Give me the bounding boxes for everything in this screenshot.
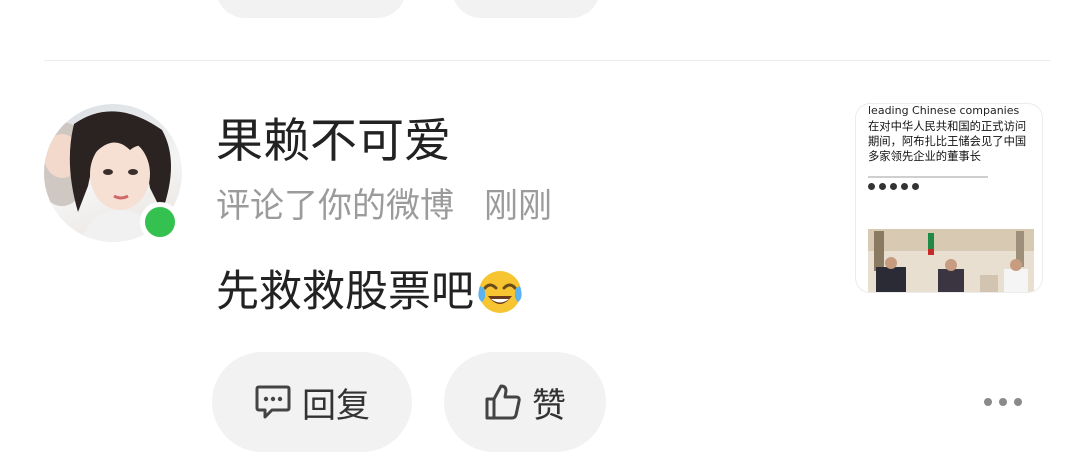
username[interactable]: 果赖不可爱 (216, 114, 451, 170)
reply-label: 回复 (302, 385, 370, 426)
avatar[interactable] (44, 104, 182, 242)
post-thumbnail[interactable]: leading Chinese companies 在对中华人民共和国的正式访问… (856, 104, 1042, 292)
divider (44, 60, 1050, 61)
online-status-dot (140, 202, 180, 242)
notification-meta: 评论了你的微博 刚刚 (216, 184, 552, 228)
previous-like-button[interactable] (452, 0, 600, 18)
share-icons (868, 183, 919, 190)
comment-icon (254, 384, 292, 420)
action-text: 评论了你的微博 (216, 186, 454, 226)
like-label: 赞 (532, 385, 566, 426)
thumbs-up-icon (484, 383, 522, 421)
more-dots-icon[interactable] (984, 392, 1028, 412)
like-button[interactable]: 赞 (444, 352, 606, 452)
thumbnail-meta-line (868, 176, 988, 178)
comment-text: 先救救股票吧 (216, 264, 524, 320)
meeting-photo (868, 229, 1034, 292)
thumbnail-title: leading Chinese companies (868, 104, 1020, 117)
timestamp: 刚刚 (484, 186, 552, 226)
reply-button[interactable]: 回复 (212, 352, 412, 452)
previous-reply-button[interactable] (216, 0, 406, 18)
thumbnail-text: 在对中华人民共和国的正式访问期间，阿布扎比王储会见了中国多家领先企业的董事长 (868, 120, 1027, 163)
laughing-crying-emoji-icon (476, 268, 524, 316)
comment-body: 先救救股票吧 (216, 267, 474, 317)
